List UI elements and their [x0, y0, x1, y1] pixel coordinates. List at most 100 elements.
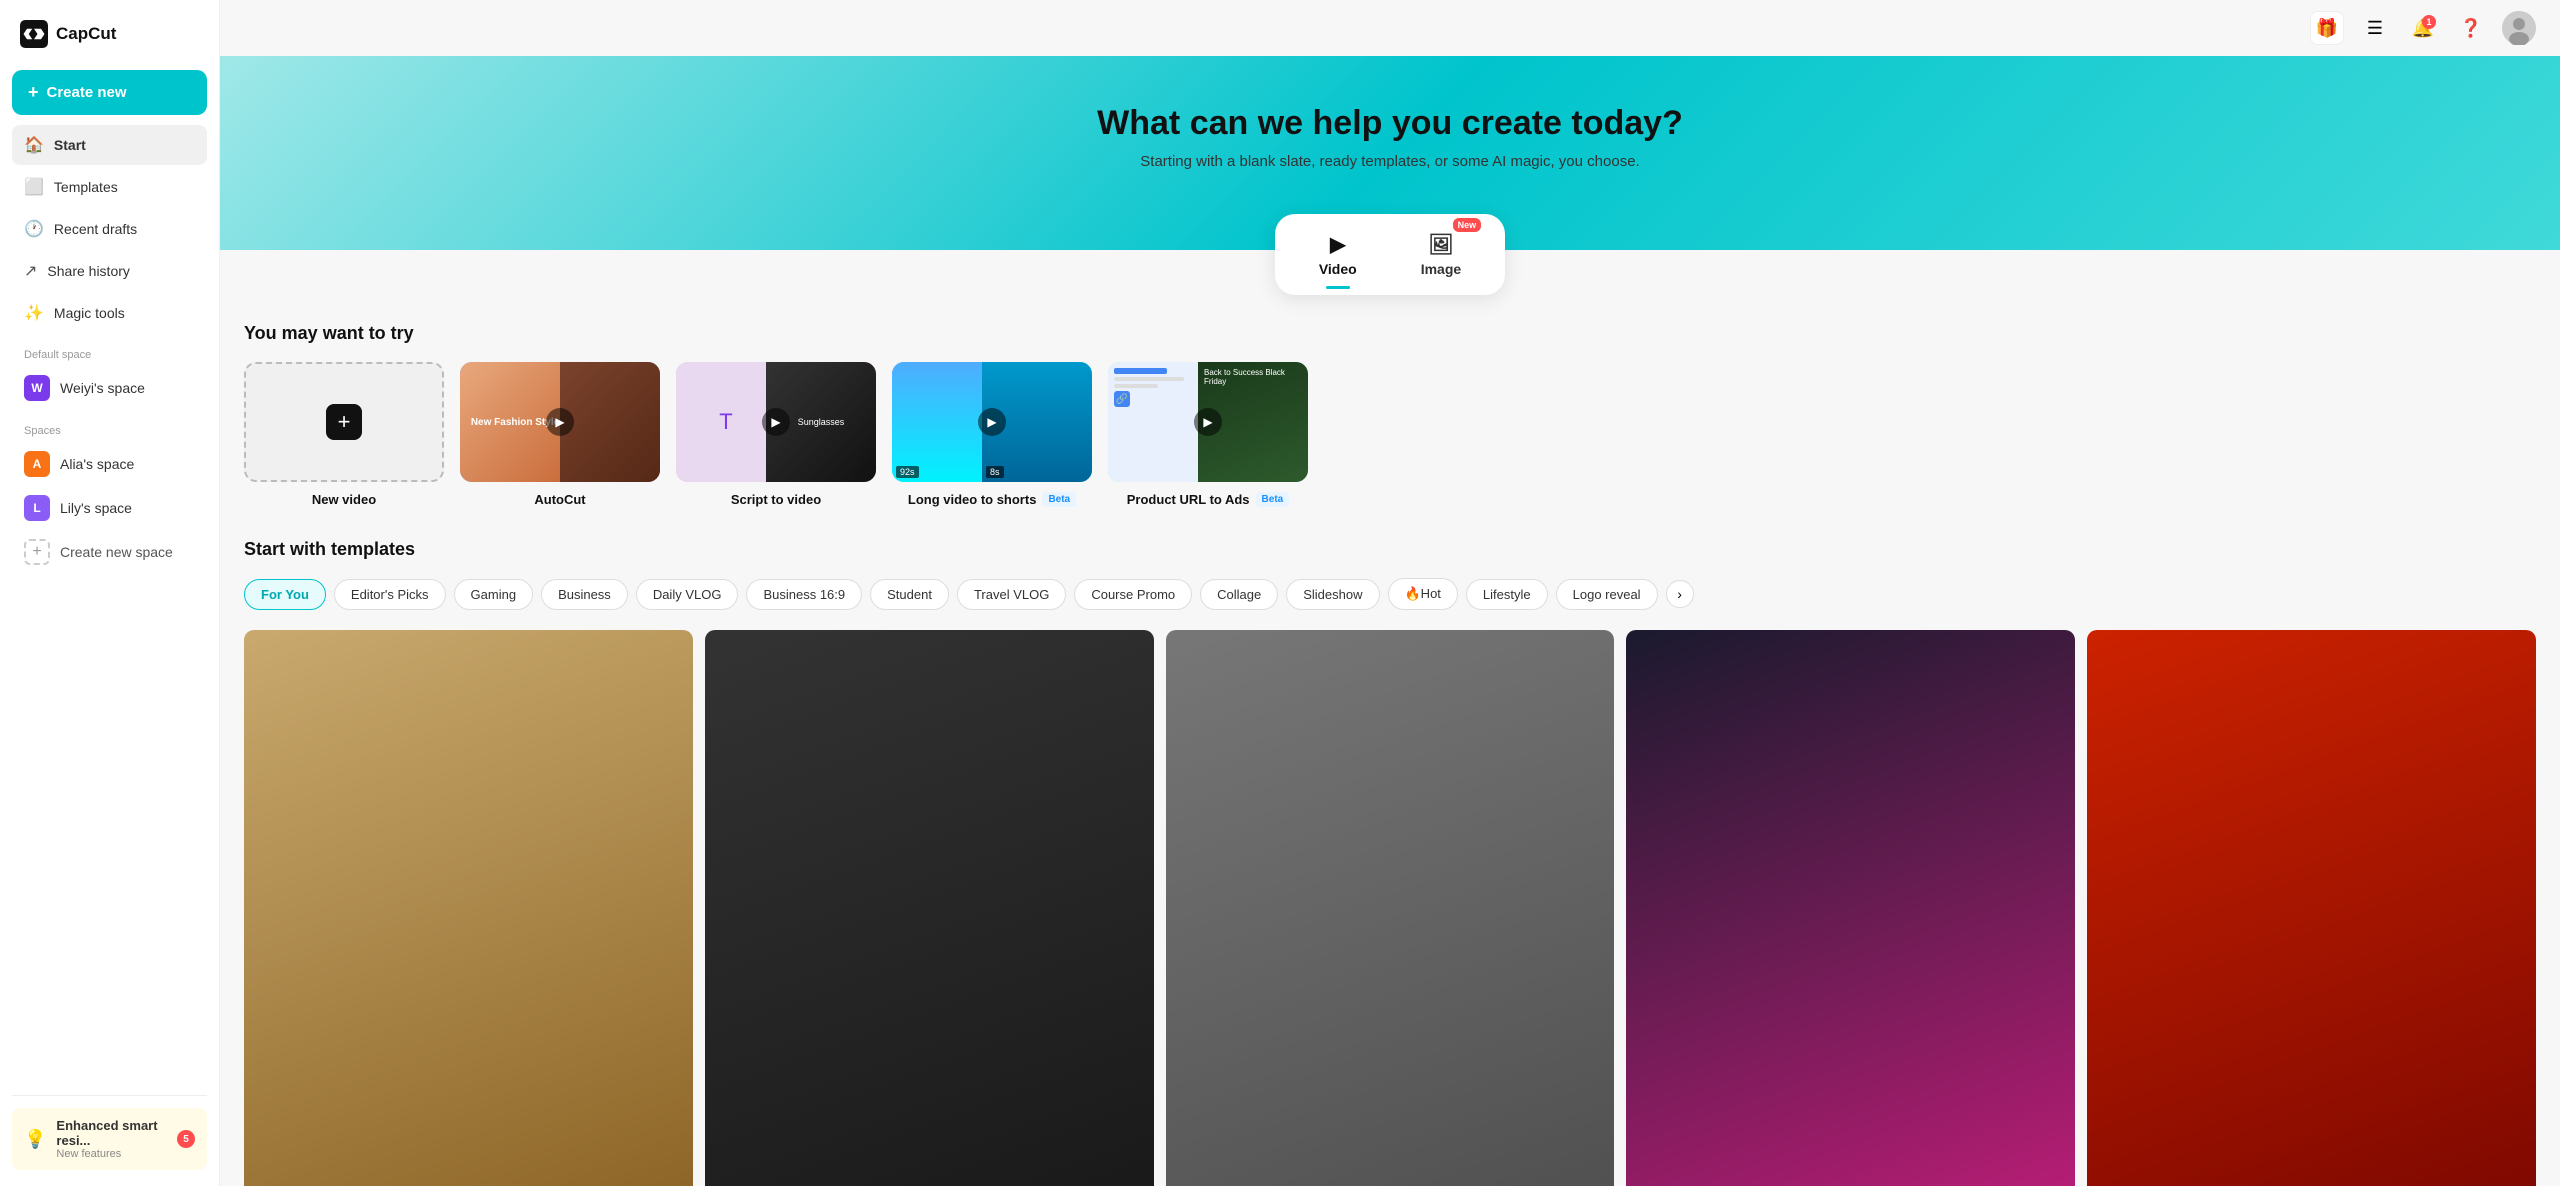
sidebar-item-share-history-label: Share history [47, 263, 129, 279]
notification-bar[interactable]: 💡 Enhanced smart resi... New features 5 [12, 1108, 207, 1170]
try-card-script-to-video[interactable]: T Sunglasses ▶ Script to video [676, 362, 876, 507]
script-to-video-label: Script to video [731, 492, 821, 507]
create-space-plus-icon: + [24, 539, 50, 565]
try-card-long-video[interactable]: 92s 8s ▶ Long video to shorts Beta [892, 362, 1092, 507]
image-tab-label: Image [1421, 261, 1461, 277]
chevron-right-icon: › [1677, 586, 1682, 602]
script-play-icon: ▶ [762, 408, 790, 436]
try-card-product-url[interactable]: 🔗 Back to Success Black Friday ▶ Product… [1108, 362, 1308, 507]
menu-button[interactable]: ☰ [2358, 11, 2392, 45]
user-avatar[interactable] [2502, 11, 2536, 45]
template-card-4[interactable] [1626, 630, 2075, 1186]
script-thumb: T Sunglasses ▶ [676, 362, 876, 482]
default-space-label: Default space [12, 335, 207, 367]
sidebar-item-share-history[interactable]: ↗ Share history [12, 251, 207, 291]
filter-tab-business-169[interactable]: Business 16:9 [746, 579, 862, 610]
filter-tab-business[interactable]: Business [541, 579, 628, 610]
try-card-new-video[interactable]: + New video [244, 362, 444, 507]
topbar: 🎁 ☰ 🔔 1 ❓ [220, 0, 2560, 56]
notif-bulb-icon: 💡 [24, 1129, 46, 1150]
notification-button[interactable]: 🔔 1 [2406, 11, 2440, 45]
hero-subtitle: Starting with a blank slate, ready templ… [244, 153, 2536, 170]
templates-section: Start with templates For You Editor's Pi… [220, 539, 2560, 1186]
try-card-autocut[interactable]: New Fashion Style ▶ AutoCut [460, 362, 660, 507]
template-card-2[interactable] [705, 630, 1154, 1186]
tab-switcher-wrapper: ▶ Video New 🖼 Image [220, 214, 2560, 295]
lily-space-avatar: L [24, 495, 50, 521]
filter-tab-hot[interactable]: 🔥Hot [1388, 578, 1458, 610]
filter-tab-lifestyle[interactable]: Lifestyle [1466, 579, 1548, 610]
avatar-icon [2502, 11, 2536, 45]
filter-tab-daily-vlog[interactable]: Daily VLOG [636, 579, 739, 610]
sidebar-item-recent-drafts[interactable]: 🕐 Recent drafts [12, 209, 207, 249]
sidebar-item-recent-drafts-label: Recent drafts [54, 221, 137, 237]
create-new-button[interactable]: + Create new [12, 70, 207, 115]
default-space-avatar: W [24, 375, 50, 401]
main-content: 🎁 ☰ 🔔 1 ❓ What can we help you create to… [220, 0, 2560, 1186]
template-card-1[interactable]: ✨ [244, 630, 693, 1186]
magic-icon: ✨ [24, 303, 44, 323]
create-new-space-item[interactable]: + Create new space [12, 531, 207, 573]
filter-tab-slideshow[interactable]: Slideshow [1286, 579, 1379, 610]
sidebar-item-templates[interactable]: ⬜ Templates [12, 167, 207, 207]
help-button[interactable]: ❓ [2454, 11, 2488, 45]
home-icon: 🏠 [24, 135, 44, 155]
filter-tab-travel-vlog[interactable]: Travel VLOG [957, 579, 1066, 610]
sidebar-item-start[interactable]: 🏠 Start [12, 125, 207, 165]
default-space-item[interactable]: W Weiyi's space [12, 367, 207, 409]
try-section: You may want to try + New video New Fash… [220, 323, 2560, 539]
template-card-5[interactable] [2087, 630, 2536, 1186]
long-video-label: Long video to shorts Beta [908, 492, 1076, 507]
plus-icon: + [28, 82, 39, 103]
image-tab-badge: New [1453, 218, 1482, 232]
notif-title: Enhanced smart resi... [56, 1118, 167, 1148]
sidebar-item-templates-label: Templates [54, 179, 118, 195]
filter-tab-collage[interactable]: Collage [1200, 579, 1278, 610]
sidebar-item-magic-tools[interactable]: ✨ Magic tools [12, 293, 207, 333]
gift-icon: 🎁 [2316, 18, 2338, 39]
logo: CapCut [12, 16, 207, 52]
new-video-thumb: + [244, 362, 444, 482]
longvid-play-icon: ▶ [978, 408, 1006, 436]
default-space-name: Weiyi's space [60, 380, 145, 396]
sidebar-item-start-label: Start [54, 137, 86, 153]
image-tab-icon: 🖼 [1428, 232, 1453, 257]
producturl-thumb: 🔗 Back to Success Black Friday ▶ [1108, 362, 1308, 482]
filter-tab-editors-picks[interactable]: Editor's Picks [334, 579, 446, 610]
filter-tab-course-promo[interactable]: Course Promo [1074, 579, 1192, 610]
spaces-label: Spaces [12, 411, 207, 443]
filter-tab-gaming[interactable]: Gaming [454, 579, 534, 610]
clock-icon: 🕐 [24, 219, 44, 239]
template-card-3[interactable] [1166, 630, 1615, 1186]
template-grid: ✨ [244, 630, 2536, 1186]
create-space-label: Create new space [60, 544, 173, 560]
filter-next-button[interactable]: › [1666, 580, 1694, 608]
try-cards-list: + New video New Fashion Style ▶ [244, 362, 2536, 515]
help-icon: ❓ [2460, 18, 2482, 39]
filter-tab-student[interactable]: Student [870, 579, 949, 610]
alia-space-avatar: A [24, 451, 50, 477]
try-section-title: You may want to try [244, 323, 2536, 344]
notif-badge: 5 [177, 1130, 195, 1148]
lily-space-name: Lily's space [60, 500, 132, 516]
video-tab-icon: ▶ [1330, 232, 1345, 257]
notif-subtitle: New features [56, 1148, 167, 1160]
templates-icon: ⬜ [24, 177, 44, 197]
filter-tab-logo-reveal[interactable]: Logo reveal [1556, 579, 1658, 610]
notification-badge: 1 [2422, 15, 2436, 29]
new-video-label: New video [312, 492, 376, 507]
space-item-alia[interactable]: A Alia's space [12, 443, 207, 485]
tab-image[interactable]: New 🖼 Image [1393, 224, 1489, 285]
menu-icon: ☰ [2367, 18, 2383, 39]
gift-button[interactable]: 🎁 [2310, 11, 2344, 45]
product-url-label: Product URL to Ads Beta [1127, 492, 1289, 507]
filter-tab-for-you[interactable]: For You [244, 579, 326, 610]
long-video-beta-badge: Beta [1042, 492, 1076, 507]
tab-video[interactable]: ▶ Video [1291, 224, 1385, 285]
capcut-logo-icon [20, 20, 48, 48]
space-item-lily[interactable]: L Lily's space [12, 487, 207, 529]
content-area: What can we help you create today? Start… [220, 0, 2560, 1186]
create-new-label: Create new [47, 84, 127, 101]
hero-title: What can we help you create today? [244, 104, 2536, 143]
longvid-thumb: 92s 8s ▶ [892, 362, 1092, 482]
